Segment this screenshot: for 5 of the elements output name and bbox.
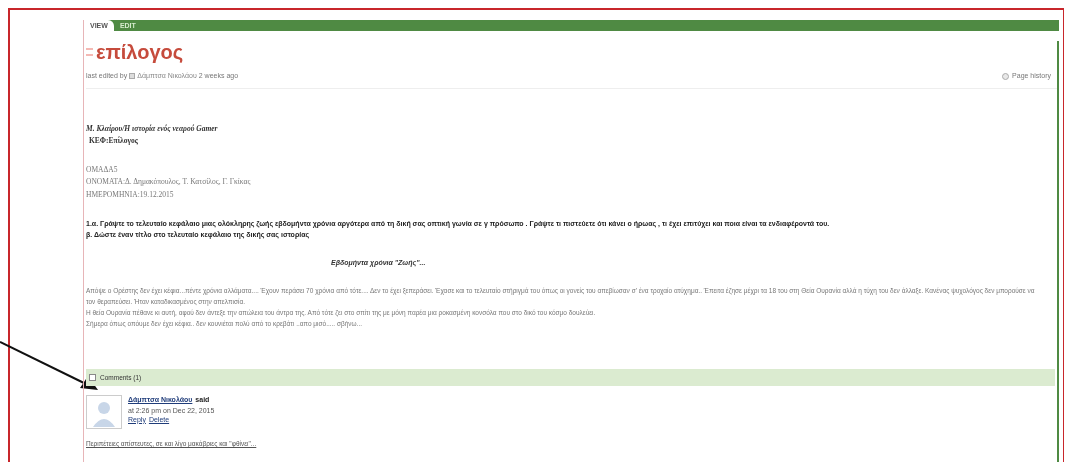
page-icon [86,48,93,56]
avatar-icon [86,395,122,429]
clock-icon [1002,72,1010,80]
user-icon [129,73,136,80]
page-title: επίλογος [96,41,184,63]
